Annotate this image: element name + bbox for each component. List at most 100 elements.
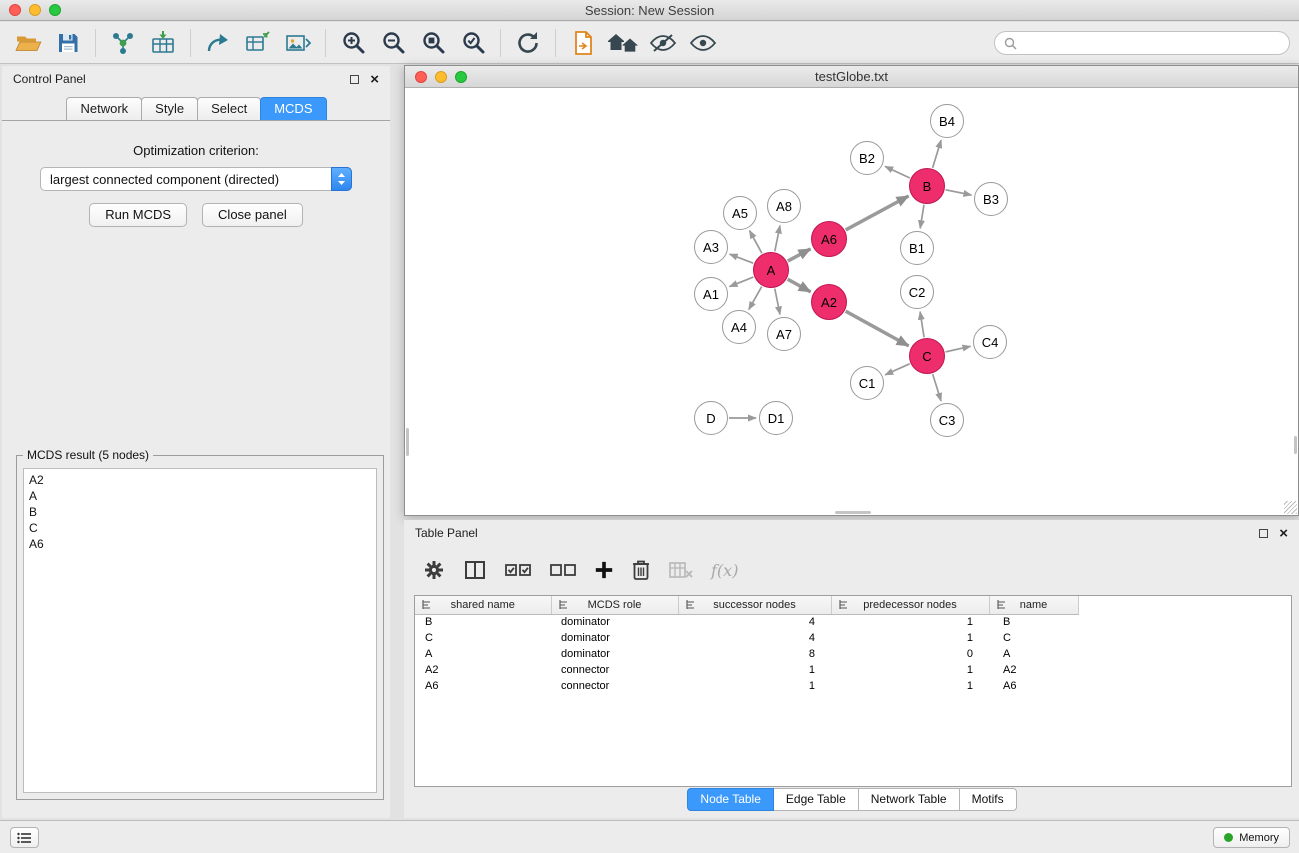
result-item-a[interactable]: A: [29, 488, 371, 504]
node-A7[interactable]: A7: [767, 317, 801, 351]
edge-A6-B[interactable]: [846, 196, 909, 230]
edge-A-A7[interactable]: [775, 289, 780, 315]
node-A2[interactable]: A2: [811, 284, 847, 320]
edge-C-C1[interactable]: [885, 364, 909, 375]
edge-A-A8[interactable]: [775, 226, 780, 252]
zoom-window-button[interactable]: [49, 4, 61, 16]
node-A8[interactable]: A8: [767, 189, 801, 223]
edge-A-A4[interactable]: [749, 287, 762, 310]
table-settings-button[interactable]: [422, 554, 446, 586]
hide-panels-button[interactable]: [643, 25, 683, 61]
node-A4[interactable]: A4: [722, 310, 756, 344]
select-all-button[interactable]: [504, 554, 532, 586]
result-item-a2[interactable]: A2: [29, 472, 371, 488]
table-cell[interactable]: A6: [415, 678, 551, 694]
node-table[interactable]: shared nameMCDS rolesuccessor nodesprede…: [414, 595, 1292, 787]
import-table-button[interactable]: [143, 25, 183, 61]
result-item-a6[interactable]: A6: [29, 536, 371, 552]
show-panels-button[interactable]: [683, 25, 723, 61]
column-header-shared-name[interactable]: shared name: [415, 596, 551, 614]
column-header-mcds-role[interactable]: MCDS role: [551, 596, 678, 614]
table-cell[interactable]: dominator: [551, 646, 678, 662]
edge-A2-C[interactable]: [846, 311, 909, 346]
node-D1[interactable]: D1: [759, 401, 793, 435]
new-network-button[interactable]: [563, 25, 603, 61]
close-panel-button[interactable]: Close panel: [202, 203, 303, 227]
horizontal-scrollbar[interactable]: [835, 511, 871, 514]
table-cell[interactable]: 8: [678, 646, 831, 662]
memory-button[interactable]: Memory: [1213, 827, 1290, 848]
table-cell[interactable]: dominator: [551, 614, 678, 630]
vertical-scrollbar[interactable]: [406, 428, 409, 456]
node-B[interactable]: B: [909, 168, 945, 204]
table-cell[interactable]: B: [989, 614, 1078, 630]
delete-column-button[interactable]: [631, 554, 651, 586]
zoom-out-button[interactable]: [373, 25, 413, 61]
node-A5[interactable]: A5: [723, 196, 757, 230]
edge-A-A6[interactable]: [788, 249, 811, 261]
table-cell[interactable]: 1: [831, 678, 989, 694]
show-columns-button[interactable]: [463, 554, 487, 586]
column-header-predecessor-nodes[interactable]: predecessor nodes: [831, 596, 989, 614]
network-canvas[interactable]: B4B2BB3A5A8A6B1A3AA1C2A2A4A7C4CC1C3DD1: [405, 88, 1298, 515]
save-session-button[interactable]: [48, 25, 88, 61]
table-cell[interactable]: 1: [678, 678, 831, 694]
panel-menu-button[interactable]: [10, 827, 39, 848]
table-cell[interactable]: A2: [415, 662, 551, 678]
result-item-b[interactable]: B: [29, 504, 371, 520]
node-C[interactable]: C: [909, 338, 945, 374]
table-cell[interactable]: connector: [551, 678, 678, 694]
network-close-button[interactable]: [415, 71, 427, 83]
open-session-button[interactable]: [8, 25, 48, 61]
table-row[interactable]: A2connector11A2: [415, 662, 1291, 678]
network-zoom-button[interactable]: [455, 71, 467, 83]
node-B4[interactable]: B4: [930, 104, 964, 138]
node-C3[interactable]: C3: [930, 403, 964, 437]
column-header-name[interactable]: name: [989, 596, 1078, 614]
edge-B-B3[interactable]: [946, 190, 972, 195]
search-input[interactable]: [1023, 36, 1280, 50]
edge-A-A5[interactable]: [750, 231, 762, 254]
add-column-button[interactable]: [594, 554, 614, 586]
edge-B-B1[interactable]: [920, 205, 924, 228]
node-A[interactable]: A: [753, 252, 789, 288]
right-scrollbar[interactable]: [1294, 436, 1297, 454]
node-C4[interactable]: C4: [973, 325, 1007, 359]
float-table-panel-icon[interactable]: [1259, 529, 1268, 538]
table-cell[interactable]: dominator: [551, 630, 678, 646]
edge-B-B2[interactable]: [885, 166, 910, 178]
export-table-button[interactable]: [238, 25, 278, 61]
node-B1[interactable]: B1: [900, 231, 934, 265]
table-cell[interactable]: C: [989, 630, 1078, 646]
node-B2[interactable]: B2: [850, 141, 884, 175]
table-cell[interactable]: A: [989, 646, 1078, 662]
import-network-button[interactable]: [103, 25, 143, 61]
node-D[interactable]: D: [694, 401, 728, 435]
tab-network-table[interactable]: Network Table: [858, 788, 960, 811]
table-cell[interactable]: 1: [678, 662, 831, 678]
resize-grip[interactable]: [1284, 501, 1297, 514]
edge-C-C4[interactable]: [946, 346, 971, 352]
edge-B-B4[interactable]: [933, 140, 942, 168]
tab-style[interactable]: Style: [141, 97, 198, 120]
close-panel-icon[interactable]: ×: [370, 72, 379, 87]
tab-node-table[interactable]: Node Table: [687, 788, 774, 811]
mcds-result-list[interactable]: A2ABCA6: [23, 468, 377, 793]
export-network-button[interactable]: [198, 25, 238, 61]
tab-network[interactable]: Network: [66, 97, 142, 120]
edge-C-C3[interactable]: [933, 374, 941, 401]
toolbar-search-field[interactable]: [994, 31, 1290, 55]
close-table-panel-icon[interactable]: ×: [1279, 526, 1288, 541]
table-cell[interactable]: A2: [989, 662, 1078, 678]
table-row[interactable]: Bdominator41B: [415, 614, 1291, 630]
minimize-window-button[interactable]: [29, 4, 41, 16]
table-cell[interactable]: 0: [831, 646, 989, 662]
tab-edge-table[interactable]: Edge Table: [773, 788, 859, 811]
node-A1[interactable]: A1: [694, 277, 728, 311]
table-cell[interactable]: 1: [831, 630, 989, 646]
tab-select[interactable]: Select: [197, 97, 261, 120]
table-cell[interactable]: C: [415, 630, 551, 646]
zoom-selected-button[interactable]: [453, 25, 493, 61]
edge-A-A2[interactable]: [788, 279, 811, 292]
zoom-fit-button[interactable]: [413, 25, 453, 61]
